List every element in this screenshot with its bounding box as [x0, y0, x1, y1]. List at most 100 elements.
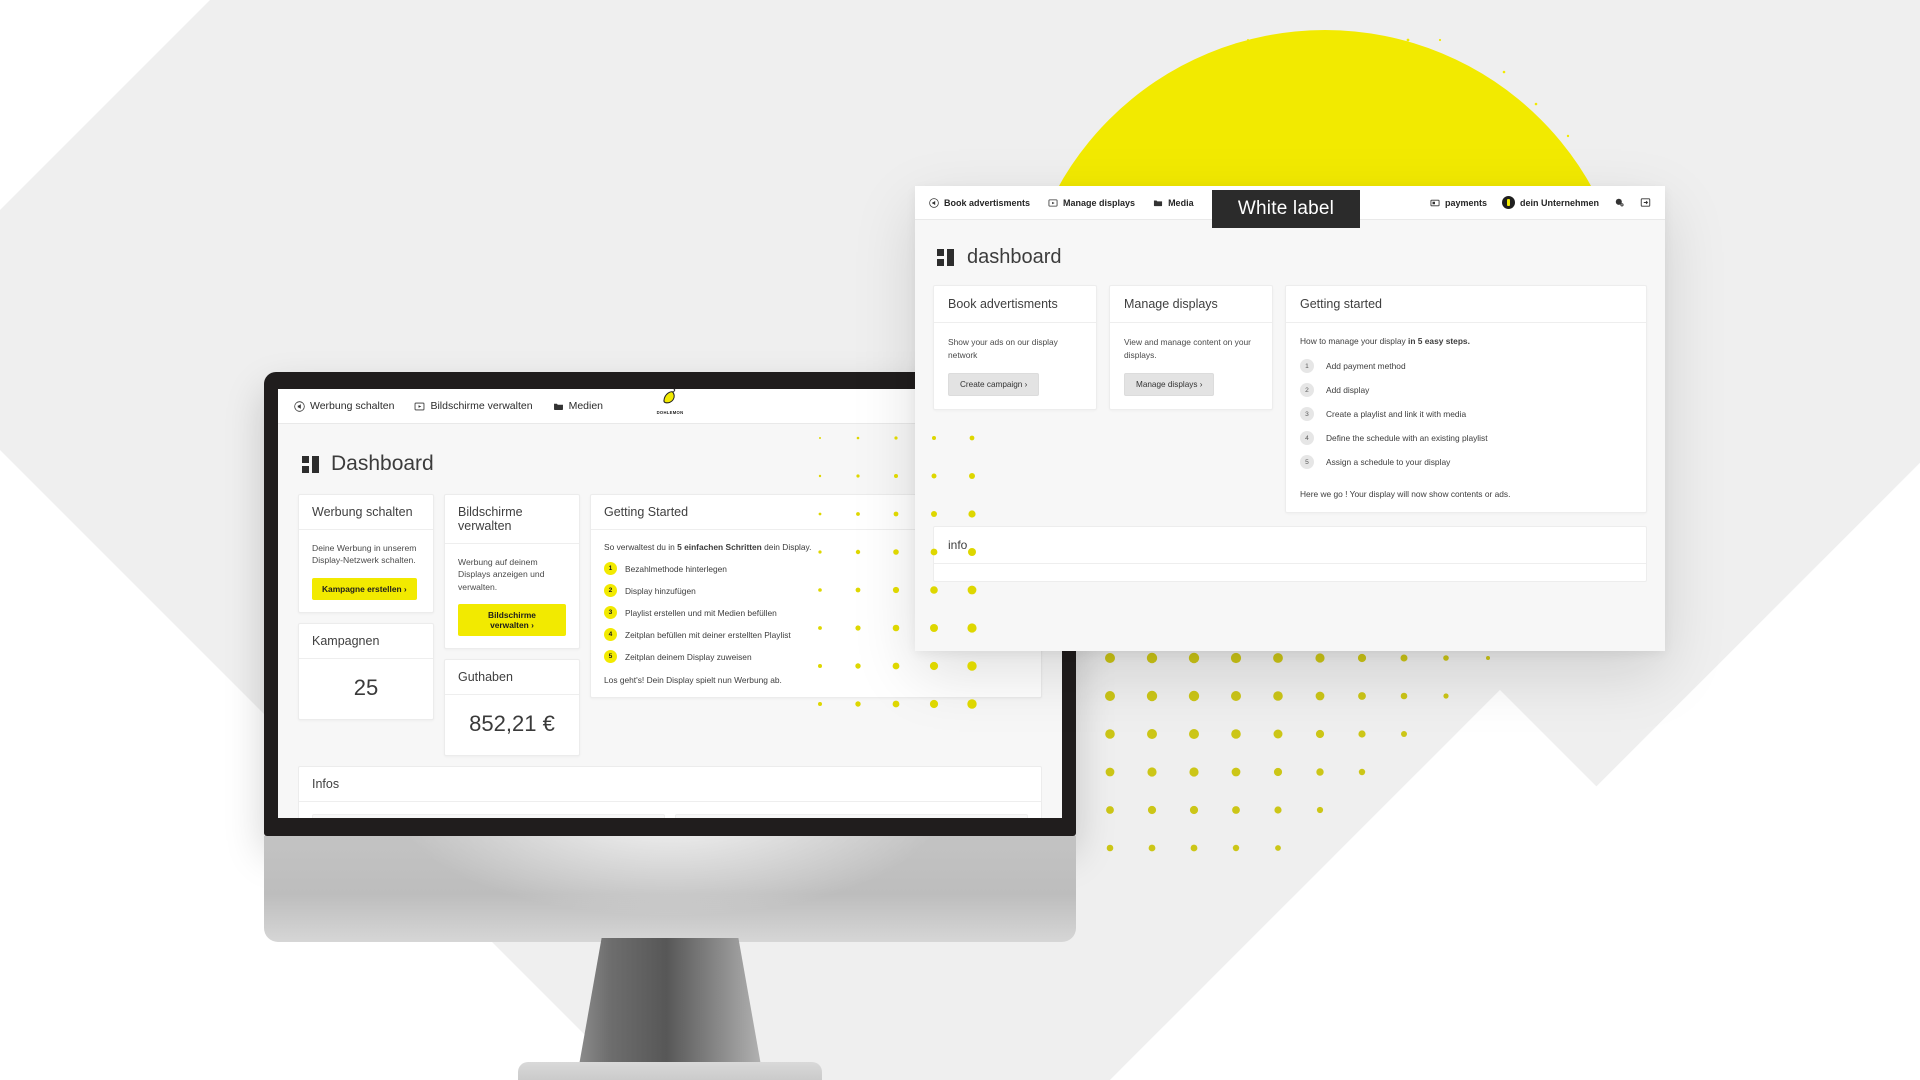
info-tile-content-kalender[interactable]: Unser Content Kalender: [312, 814, 665, 818]
monitor-stand-foot: [518, 1062, 822, 1080]
nav-label: Book advertisments: [944, 197, 1031, 208]
info-tile-kampagne-auswerten[interactable]: Kampagne auswerten: [675, 814, 1028, 818]
step-number: 5: [1300, 455, 1314, 469]
card-description: Show your ads on our display network: [948, 337, 1058, 360]
infos-title: Infos: [299, 767, 1041, 803]
nav-item-payments[interactable]: payments: [1430, 198, 1487, 208]
nav-item-media[interactable]: Media: [1153, 198, 1194, 208]
getting-started-outro: Here we go ! Your display will now show …: [1300, 489, 1511, 499]
list-item: 4 Define the schedule with an existing p…: [1300, 431, 1632, 445]
display-icon: [414, 401, 425, 412]
white-label-body: dashboard Book advertisments Show your a…: [915, 220, 1665, 582]
step-number: 2: [1300, 383, 1314, 397]
nav-label: Media: [1168, 197, 1194, 208]
card-title: Getting started: [1286, 286, 1646, 323]
nav-label: Werbung schalten: [310, 400, 395, 412]
nav-item-werbung-schalten[interactable]: Werbung schalten: [294, 400, 394, 412]
nav-label: dein Unternehmen: [1519, 197, 1599, 208]
card-info: info: [933, 526, 1647, 582]
monitor-chin-highlight: [360, 836, 980, 932]
step-label: Display hinzufügen: [625, 585, 696, 596]
step-label: Define the schedule with an existing pla…: [1326, 433, 1488, 443]
getting-started-outro: Los geht's! Dein Display spielt nun Werb…: [604, 675, 782, 685]
step-number: 4: [1300, 431, 1314, 445]
white-label-card-grid: Book advertisments Show your ads on our …: [933, 285, 1647, 513]
nav-item-book-advertisments[interactable]: Book advertisments: [929, 198, 1030, 208]
card-title: Manage displays: [1110, 286, 1272, 323]
nav-label: Manage displays: [1063, 197, 1136, 208]
step-label: Bezahlmethode hinterlegen: [625, 563, 727, 574]
megaphone-icon: [294, 400, 305, 412]
create-campaign-button[interactable]: Create campaign ›: [948, 373, 1040, 397]
white-label-badge-label: White label: [1237, 198, 1335, 219]
card-werbung-schalten: Werbung schalten Deine Werbung in unsere…: [298, 494, 434, 613]
nav-item-support[interactable]: [1614, 197, 1625, 208]
step-number: 1: [1300, 359, 1314, 373]
list-item: 3 Create a playlist and link it with med…: [1300, 407, 1632, 421]
card-manage-displays: Manage displays View and manage content …: [1109, 285, 1273, 411]
nav-item-dein-unternehmen[interactable]: dein Unternehmen: [1501, 196, 1599, 209]
nav-item-logout[interactable]: [1640, 197, 1651, 208]
infos-body: Unser Content Kalender Kampagne auswerte…: [299, 802, 1041, 818]
card-bildschirme-verwalten: Bildschirme verwalten Werbung auf deinem…: [444, 494, 580, 650]
create-campaign-button[interactable]: Kampagne erstellen ›: [312, 577, 417, 600]
nav-label: Medien: [568, 400, 604, 412]
stat-card-title: Guthaben: [445, 660, 579, 696]
list-item: 5 Zeitplan deinem Display zuweisen: [604, 650, 1028, 663]
step-number: 4: [604, 628, 617, 641]
manage-displays-button[interactable]: Bildschirme verwalten ›: [458, 604, 566, 637]
display-icon: [1048, 198, 1058, 208]
step-number: 3: [1300, 407, 1314, 421]
support-icon: [1614, 197, 1625, 208]
getting-started-steps: 1 Add payment method 2 Add display 3 Cre…: [1300, 359, 1632, 469]
card-title: Werbung schalten: [299, 495, 433, 530]
card-infos: Infos Unser Content Kalender Kampagne au…: [298, 766, 1042, 818]
step-label: Zeitplan deinem Display zuweisen: [625, 651, 752, 662]
german-column-2: Bildschirme verwalten Werbung auf deinem…: [444, 494, 580, 757]
white-label-window: Book advertisments Manage displays Media: [915, 186, 1665, 651]
nav-label: payments: [1444, 197, 1487, 208]
dohlemon-logo[interactable]: DOHLEMON: [646, 389, 694, 415]
nav-item-bildschirme-verwalten[interactable]: Bildschirme verwalten: [414, 400, 533, 412]
page-title-row: dashboard: [937, 246, 1647, 269]
avatar-icon: [1501, 196, 1515, 209]
dashboard-grid-icon: [937, 249, 954, 266]
step-label: Create a playlist and link it with media: [1326, 409, 1467, 419]
nav-item-medien[interactable]: Medien: [553, 400, 603, 412]
step-number: 1: [604, 562, 617, 575]
nav-item-manage-displays[interactable]: Manage displays: [1048, 198, 1135, 208]
step-label: Add display: [1326, 385, 1370, 395]
step-label: Add payment method: [1326, 361, 1406, 371]
nav-label: Bildschirme verwalten: [430, 400, 533, 412]
card-body: How to manage your display in 5 easy ste…: [1286, 323, 1646, 512]
page-title: dashboard: [967, 246, 1062, 268]
logout-icon: [1640, 197, 1651, 208]
page-title: Dashboard: [331, 452, 434, 475]
list-item: 5 Assign a schedule to your display: [1300, 455, 1632, 469]
megaphone-icon: [929, 197, 939, 208]
list-item: 1 Add payment method: [1300, 359, 1632, 373]
info-card-title: info: [934, 527, 1646, 564]
card-body: Werbung auf deinem Displays anzeigen und…: [445, 544, 579, 648]
wallet-icon: [1430, 198, 1440, 208]
step-number: 5: [604, 650, 617, 663]
card-getting-started: Getting started How to manage your displ…: [1285, 285, 1647, 513]
step-label: Assign a schedule to your display: [1326, 457, 1451, 467]
german-column-1: Werbung schalten Deine Werbung in unsere…: [298, 494, 434, 720]
card-title: Bildschirme verwalten: [445, 495, 579, 544]
step-number: 3: [604, 606, 617, 619]
lemon-logo-icon: [661, 389, 680, 409]
stat-card-value: 25: [353, 674, 379, 700]
stat-card-title: Kampagnen: [299, 624, 433, 659]
step-number: 2: [604, 584, 617, 597]
monitor-stand-neck: [575, 938, 765, 1080]
step-label: Zeitplan befüllen mit deiner erstellten …: [625, 629, 791, 640]
logo-wordmark: DOHLEMON: [656, 410, 684, 415]
getting-started-lead: How to manage your display in 5 easy ste…: [1300, 336, 1470, 346]
card-body: Deine Werbung in unserem Display-Netzwer…: [299, 530, 433, 612]
stat-card-guthaben: Guthaben 852,21 €: [444, 659, 580, 757]
card-description: Werbung auf deinem Displays anzeigen und…: [458, 557, 545, 592]
manage-displays-button[interactable]: Manage displays ›: [1124, 373, 1215, 397]
card-description: Deine Werbung in unserem Display-Netzwer…: [312, 543, 417, 566]
card-book-advertisments: Book advertisments Show your ads on our …: [933, 285, 1097, 411]
